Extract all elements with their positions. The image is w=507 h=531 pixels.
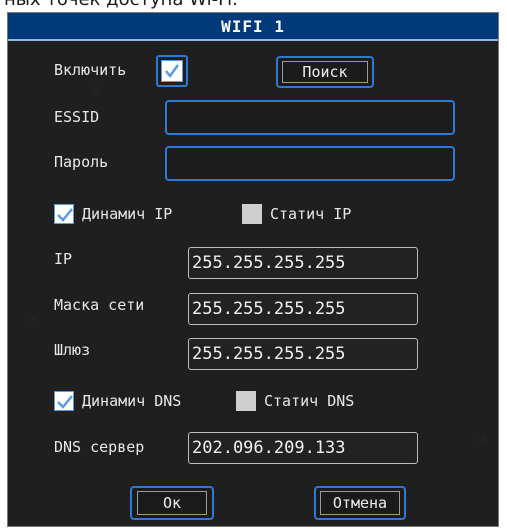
search-button[interactable]: Поиск	[276, 56, 374, 88]
watermark: Ⓡ	[478, 436, 488, 446]
check-icon	[57, 395, 73, 409]
cancel-button-label: Отмена	[320, 491, 400, 515]
static-dns-checkbox[interactable]	[236, 391, 256, 411]
password-field[interactable]	[165, 146, 455, 181]
dialog-titlebar: WIFI 1	[8, 13, 498, 41]
ok-button-label: Ок	[137, 491, 207, 515]
mask-field[interactable]: 255.255.255.255	[188, 293, 418, 325]
dns-server-label: DNS сервер	[54, 438, 145, 456]
check-icon	[165, 64, 180, 79]
ip-label: IP	[54, 250, 73, 268]
watermark: Ⓡ	[28, 316, 38, 326]
search-button-label: Поиск	[282, 61, 368, 83]
password-label: Пароль	[54, 153, 109, 171]
static-dns-label: Статич DNS	[264, 392, 355, 410]
ok-button[interactable]: Ок	[130, 486, 214, 520]
static-ip-label: Статич IP	[270, 205, 352, 223]
watermark: Ⓡ	[90, 88, 100, 98]
dynamic-ip-label: Динамич IP	[82, 205, 173, 223]
gateway-field[interactable]: 255.255.255.255	[188, 338, 418, 370]
dialog-title: WIFI 1	[221, 16, 285, 36]
enable-checkbox[interactable]	[161, 60, 183, 82]
page-caption: ных точек доступа Wi-Fi.	[0, 0, 507, 12]
enable-label: Включить	[54, 61, 127, 79]
essid-label: ESSID	[54, 108, 100, 126]
essid-field[interactable]	[165, 100, 455, 135]
dns-server-field[interactable]: 202.096.209.133	[188, 432, 418, 464]
cancel-button[interactable]: Отмена	[314, 486, 406, 520]
mask-label: Маска сети	[54, 296, 145, 314]
ip-field[interactable]: 255.255.255.255	[188, 247, 418, 279]
wifi-dialog: WIFI 1 Ⓡ Ⓡ Ⓡ Ⓡ Включить Поиск ESSID Паро…	[7, 12, 499, 527]
dynamic-dns-checkbox[interactable]	[54, 391, 74, 411]
static-ip-checkbox[interactable]	[242, 204, 262, 224]
gateway-label: Шлюз	[54, 341, 91, 359]
dynamic-ip-checkbox[interactable]	[54, 204, 74, 224]
dynamic-dns-label: Динамич DNS	[82, 392, 182, 410]
page-caption-text: ных точек доступа Wi-Fi.	[4, 0, 238, 9]
check-icon	[57, 208, 73, 222]
